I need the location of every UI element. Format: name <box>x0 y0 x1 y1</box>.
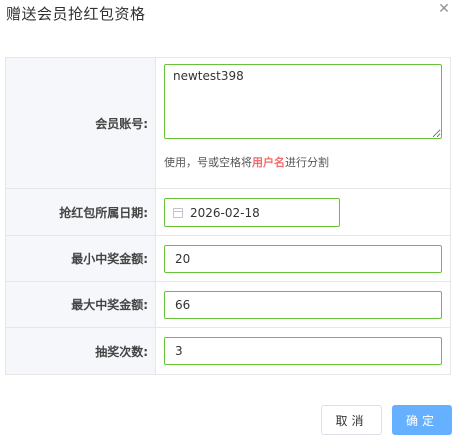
max-amount-value: 66 <box>175 298 191 312</box>
date-row: 抢红包所属日期: 2026-02-18 <box>6 189 450 236</box>
tip-prefix: 使用，号或空格将 <box>164 156 252 169</box>
draw-count-cell: 3 <box>156 328 450 374</box>
tip-highlight: 用户名 <box>252 156 285 169</box>
date-value: 2026-02-18 <box>190 205 260 220</box>
max-amount-cell: 66 <box>156 282 450 327</box>
confirm-button[interactable]: 确定 <box>392 405 452 435</box>
cancel-button[interactable]: 取消 <box>321 405 382 435</box>
draw-count-label: 抽奖次数: <box>6 328 156 374</box>
date-cell: 2026-02-18 <box>156 189 450 235</box>
min-amount-row: 最小中奖金额: 20 <box>6 236 450 282</box>
form-table: 会员账号: newtest398 使用，号或空格将用户名进行分割 抢红包所属日期… <box>5 57 451 375</box>
close-icon[interactable]: ✕ <box>437 2 451 16</box>
member-account-tip: 使用，号或空格将用户名进行分割 <box>164 154 329 170</box>
draw-count-value: 3 <box>175 344 183 358</box>
tip-suffix: 进行分割 <box>285 156 329 169</box>
min-amount-input[interactable]: 20 <box>164 245 442 273</box>
min-amount-label: 最小中奖金额: <box>6 236 156 281</box>
member-account-label: 会员账号: <box>6 58 156 188</box>
member-account-row: 会员账号: newtest398 使用，号或空格将用户名进行分割 <box>6 58 450 189</box>
min-amount-value: 20 <box>175 252 191 266</box>
date-label: 抢红包所属日期: <box>6 189 156 235</box>
max-amount-row: 最大中奖金额: 66 <box>6 282 450 328</box>
date-picker-input[interactable]: 2026-02-18 <box>164 198 340 227</box>
member-account-cell: newtest398 使用，号或空格将用户名进行分割 <box>156 58 450 188</box>
draw-count-input[interactable]: 3 <box>164 337 442 365</box>
min-amount-cell: 20 <box>156 236 450 281</box>
calendar-icon <box>173 207 183 218</box>
max-amount-input[interactable]: 66 <box>164 291 442 319</box>
draw-count-row: 抽奖次数: 3 <box>6 328 450 374</box>
max-amount-label: 最大中奖金额: <box>6 282 156 327</box>
member-account-textarea[interactable]: newtest398 <box>164 64 442 139</box>
dialog-title: 赠送会员抢红包资格 <box>6 5 146 23</box>
